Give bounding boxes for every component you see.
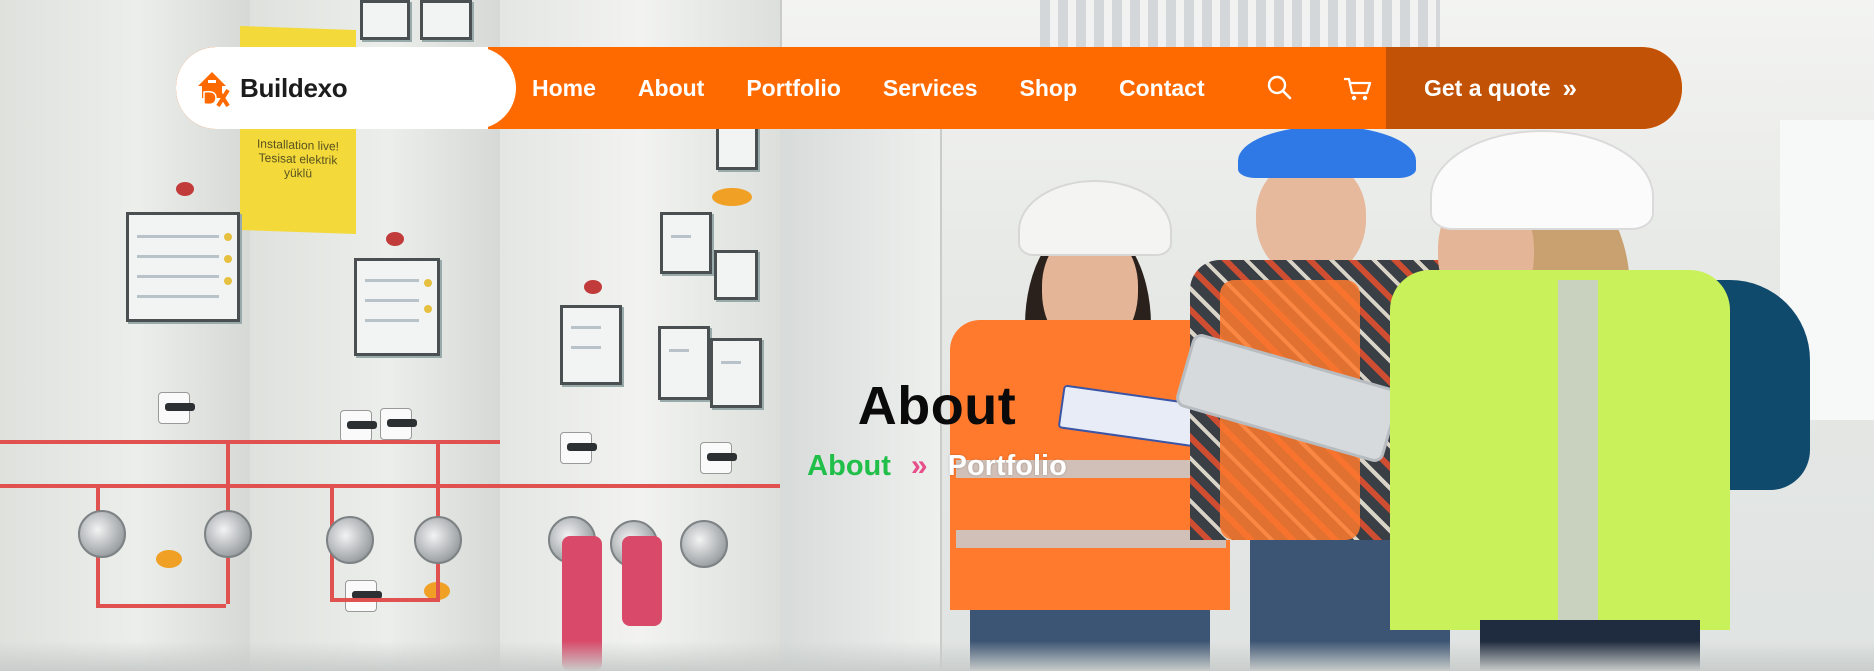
red-bus-line xyxy=(0,484,780,488)
breadcrumb-current-page: Portfolio xyxy=(947,449,1067,482)
brand-logo-area[interactable]: Buildexo xyxy=(176,47,516,129)
get-a-quote-label: Get a quote xyxy=(1424,74,1551,101)
cart-icon[interactable] xyxy=(1340,71,1374,105)
breadcrumb-separator-icon: » xyxy=(910,449,928,482)
red-bus-line xyxy=(96,604,226,608)
page-title: About xyxy=(857,376,1017,436)
panel-switch xyxy=(345,580,382,612)
rotary-knob xyxy=(78,510,126,558)
pink-handle xyxy=(622,536,662,626)
nav-shop[interactable]: Shop xyxy=(1020,75,1078,102)
red-indicator-light xyxy=(176,182,194,196)
rotary-knob xyxy=(680,520,728,568)
rotary-knob xyxy=(414,516,462,564)
gauge-meter xyxy=(420,0,472,40)
red-bus-line xyxy=(330,598,440,602)
ceiling-lights xyxy=(1040,0,1440,48)
primary-menu: Home About Portfolio Services Shop Conta… xyxy=(532,47,1247,129)
gauge-meter xyxy=(716,124,758,170)
nav-home[interactable]: Home xyxy=(532,75,596,102)
red-indicator-light xyxy=(386,232,404,246)
red-indicator-light xyxy=(584,280,602,294)
rotary-knob xyxy=(326,516,374,564)
brand-name: Buildexo xyxy=(240,72,348,103)
orange-indicator-light xyxy=(712,188,752,206)
gauge-meter xyxy=(126,212,240,322)
orange-indicator-light xyxy=(156,550,182,568)
breadcrumb: About » Portfolio xyxy=(0,449,1874,483)
gauge-meter xyxy=(354,258,440,356)
rotary-knob xyxy=(204,510,252,558)
double-chevron-right-icon: » xyxy=(1562,73,1577,103)
nav-contact[interactable]: Contact xyxy=(1119,75,1205,102)
nav-services[interactable]: Services xyxy=(883,75,978,102)
get-a-quote-button[interactable]: Get a quote » xyxy=(1386,47,1682,129)
nav-about[interactable]: About xyxy=(638,75,704,102)
search-icon[interactable] xyxy=(1263,71,1297,105)
gauge-meter xyxy=(360,0,410,40)
breadcrumb-link-about[interactable]: About xyxy=(807,450,891,483)
main-navbar: Buildexo Home About Portfolio Services S… xyxy=(176,47,1682,129)
gauge-meter xyxy=(714,250,758,300)
buildexo-logo-icon xyxy=(194,68,236,108)
warning-sign-text: Installation live! Tesisat elektrik yükl… xyxy=(256,136,340,181)
gauge-meter xyxy=(560,305,622,385)
floor-shade xyxy=(0,641,1874,671)
nav-portfolio[interactable]: Portfolio xyxy=(746,75,841,102)
red-bus-line xyxy=(0,440,500,444)
gauge-meter xyxy=(660,212,712,274)
